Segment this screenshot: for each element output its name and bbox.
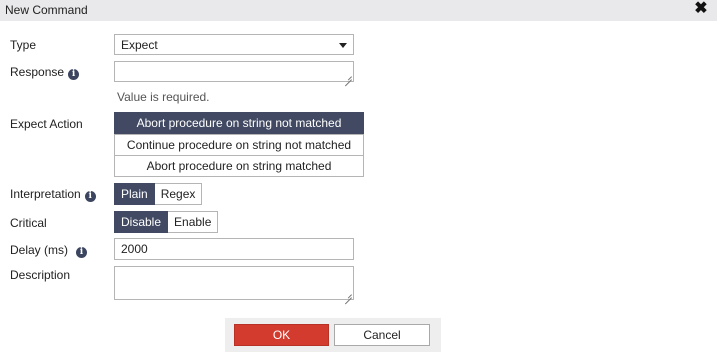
ok-button[interactable]: OK (234, 324, 329, 346)
info-icon[interactable]: i (68, 69, 80, 80)
cancel-button[interactable]: Cancel (334, 324, 430, 346)
delay-input[interactable]: 2000 (114, 238, 354, 260)
interpretation-regex-button[interactable]: Regex (154, 183, 203, 205)
response-label: Response (10, 65, 65, 79)
expect-action-option[interactable]: Abort procedure on string not matched (114, 112, 364, 134)
critical-label: Critical (10, 216, 47, 230)
delay-label-row: Delay (ms) i (10, 243, 88, 258)
expect-action-option[interactable]: Continue procedure on string not matched (114, 134, 364, 156)
type-label: Type (10, 38, 37, 52)
expect-action-label: Expect Action (10, 117, 83, 131)
interpretation-label-row: Interpretation i (10, 187, 96, 202)
type-select-value: Expect (121, 38, 158, 52)
response-input[interactable] (114, 61, 354, 82)
dialog-footer: OK Cancel (225, 318, 441, 352)
expect-action-option[interactable]: Abort procedure on string matched (114, 155, 364, 177)
interpretation-toggle: Plain Regex (114, 183, 203, 205)
type-select[interactable]: Expect (114, 34, 354, 55)
description-input[interactable] (114, 266, 354, 300)
close-icon[interactable]: ✖ (694, 1, 708, 17)
resize-grip-icon[interactable] (345, 291, 352, 298)
chevron-down-icon (339, 43, 347, 48)
info-icon[interactable]: i (76, 247, 88, 258)
response-error: Value is required. (117, 90, 210, 104)
interpretation-plain-button[interactable]: Plain (114, 183, 155, 205)
critical-disable-button[interactable]: Disable (114, 211, 169, 233)
delay-label: Delay (ms) (10, 243, 69, 257)
response-label-row: Response i (10, 65, 80, 80)
dialog-title: New Command (5, 3, 88, 17)
dialog-titlebar: New Command ✖ (0, 0, 717, 21)
resize-grip-icon[interactable] (345, 73, 352, 80)
interpretation-label: Interpretation (10, 187, 81, 201)
critical-toggle: Disable Enable (114, 211, 219, 233)
info-icon[interactable]: i (84, 191, 96, 202)
description-label: Description (10, 268, 71, 282)
critical-enable-button[interactable]: Enable (168, 211, 219, 233)
